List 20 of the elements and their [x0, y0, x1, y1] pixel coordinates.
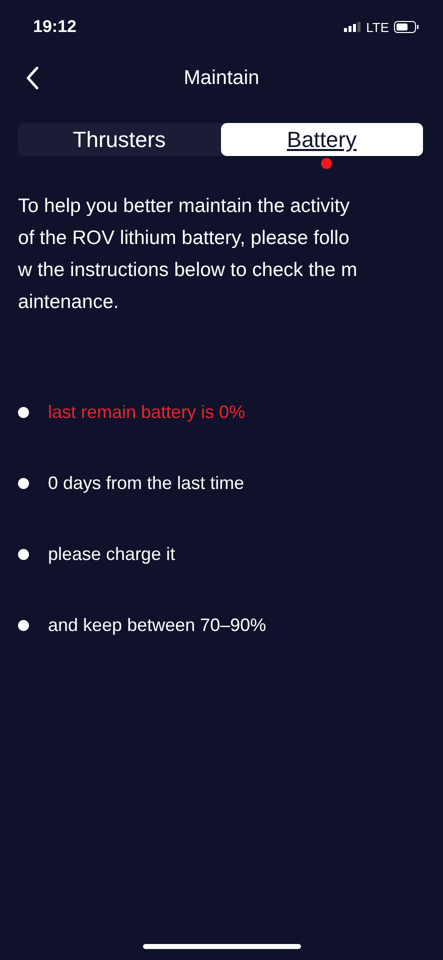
battery-icon: [394, 21, 419, 33]
list-item-text: last remain battery is 0%: [48, 402, 246, 423]
network-label: LTE: [366, 20, 389, 34]
list-item-text: 0 days from the last time: [48, 473, 244, 494]
tab[interactable]: Thrusters: [18, 123, 220, 156]
status-time: 19:12: [33, 17, 76, 37]
signal-icon: [344, 22, 362, 32]
back-icon[interactable]: [25, 66, 39, 90]
intro-text: w the instructions below to check the m: [18, 258, 358, 283]
list-item-text: please charge it: [48, 544, 176, 565]
tab[interactable]: Battery: [220, 123, 423, 156]
bullet-icon: [18, 620, 29, 631]
bullet-icon: [18, 478, 29, 489]
list-item-text: and keep between 70–90%: [48, 615, 266, 636]
bullet-icon: [18, 549, 29, 560]
page-title: Maintain: [184, 66, 260, 90]
intro-text: of the ROV lithium battery, please follo: [18, 226, 350, 251]
intro-text: aintenance.: [18, 290, 120, 315]
intro-text: To help you better maintain the activity: [18, 194, 351, 219]
bullet-icon: [18, 407, 29, 418]
